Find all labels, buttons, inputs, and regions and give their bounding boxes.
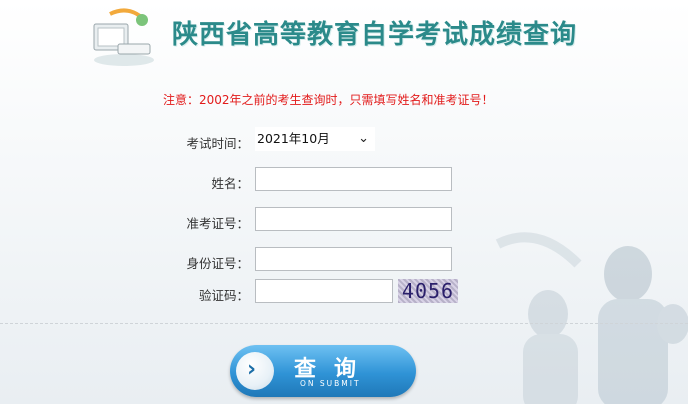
captcha-label: 验证码： xyxy=(198,288,249,303)
name-label: 姓名： xyxy=(211,176,249,191)
ticket-number-label: 准考证号： xyxy=(186,216,249,231)
query-submit-button[interactable]: › 查询 ON SUBMIT xyxy=(230,345,416,397)
notice-text: 注意：2002年之前的考生查询时，只需填写姓名和准考证号！ xyxy=(163,93,494,107)
chevron-down-icon: ⌄ xyxy=(358,131,369,146)
page-title: 陕西省高等教育自学考试成绩查询 xyxy=(172,20,578,50)
divider xyxy=(0,323,688,324)
ticket-number-input[interactable] xyxy=(255,207,452,231)
captcha-image[interactable]: 4056 xyxy=(398,279,458,303)
captcha-input[interactable] xyxy=(255,279,393,303)
exam-time-row: 考试时间： 2021年10月 ⌄ xyxy=(0,127,688,155)
exam-time-value: 2021年10月 xyxy=(257,131,330,146)
exam-time-select[interactable]: 2021年10月 ⌄ xyxy=(255,127,375,151)
captcha-row: 验证码： 4056 xyxy=(0,279,688,307)
name-row: 姓名： xyxy=(0,167,688,195)
query-button-sublabel: ON SUBMIT xyxy=(300,379,361,388)
id-row: 身份证号： xyxy=(0,247,688,275)
ticket-row: 准考证号： xyxy=(0,207,688,235)
id-number-label: 身份证号： xyxy=(186,256,249,271)
exam-time-label: 考试时间： xyxy=(186,136,249,151)
id-number-input[interactable] xyxy=(255,247,452,271)
computer-logo-icon xyxy=(93,8,154,66)
name-input[interactable] xyxy=(255,167,452,191)
arrow-circle-icon: › xyxy=(236,352,274,390)
